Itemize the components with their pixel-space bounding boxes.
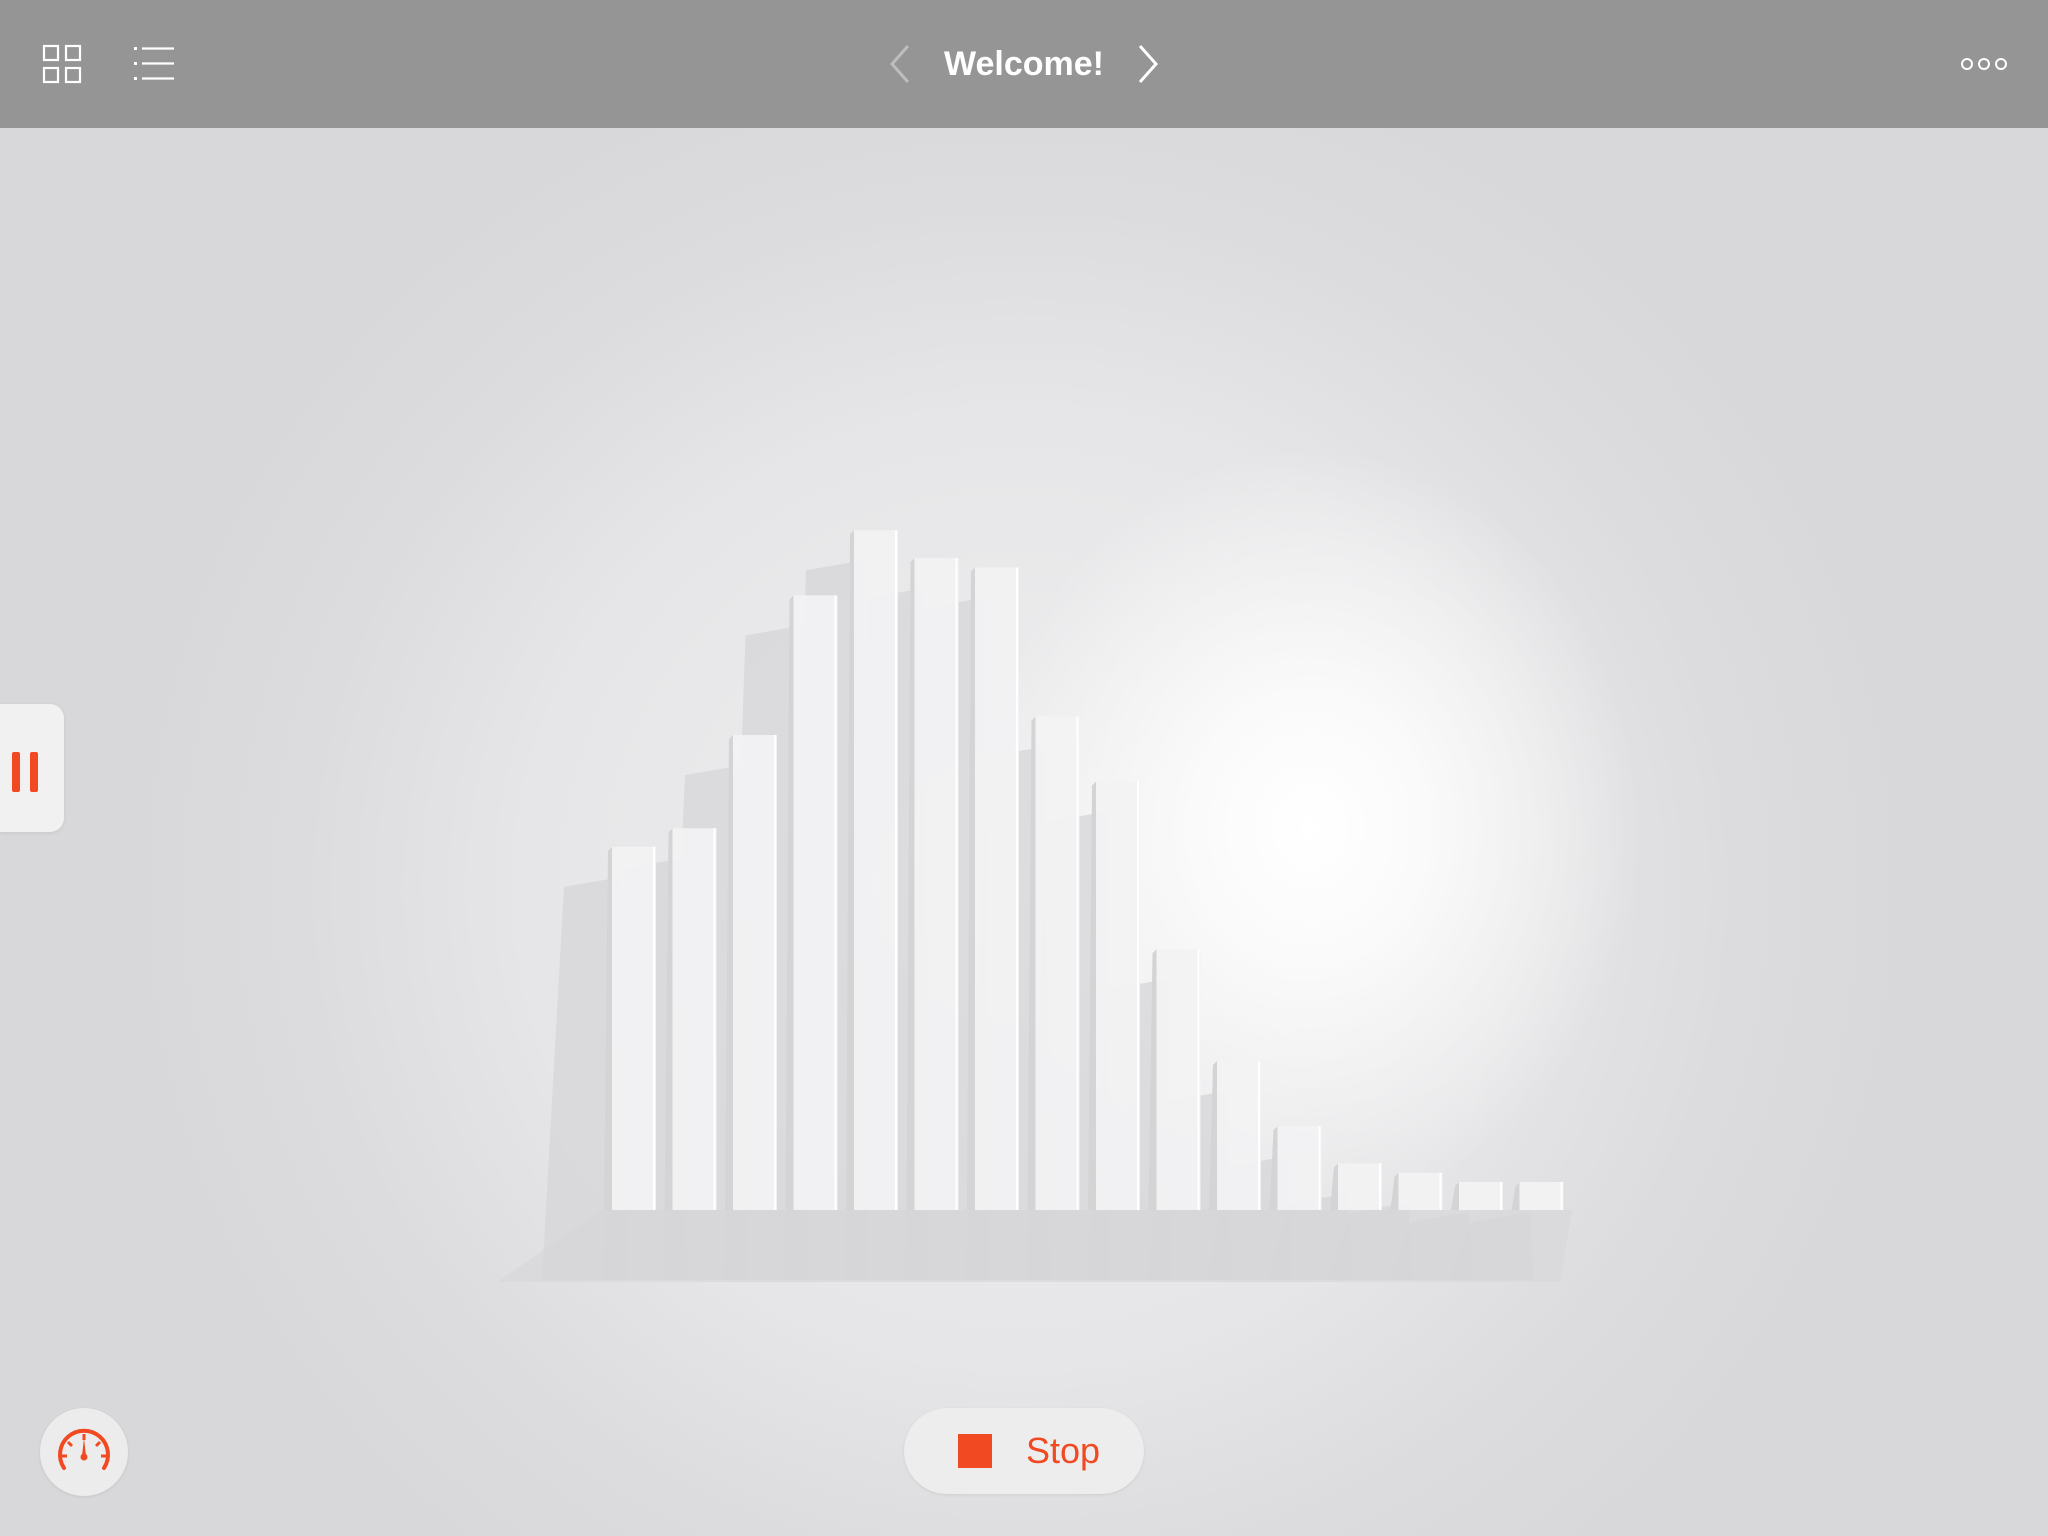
chart-bar: [1511, 1182, 1564, 1210]
speedometer-icon: [58, 1428, 110, 1470]
chart-bar: [1148, 949, 1201, 1210]
chart-bar: [967, 567, 1019, 1210]
top-toolbar: Welcome!: [0, 0, 2048, 128]
chart-bar: [1451, 1182, 1503, 1210]
pause-icon: [30, 752, 38, 792]
chart-bar: [785, 595, 838, 1210]
chart-bar: [906, 558, 959, 1210]
grid-view-icon[interactable]: [36, 38, 88, 90]
pause-button[interactable]: [0, 704, 64, 832]
speedometer-button[interactable]: [40, 1408, 128, 1496]
chart-bar: [664, 828, 717, 1210]
chevron-left-icon[interactable]: [876, 36, 924, 92]
pause-icon: [12, 752, 20, 792]
chart-bar: [1027, 716, 1080, 1210]
chart-bar: [1390, 1172, 1443, 1210]
list-view-icon[interactable]: [126, 38, 182, 90]
chart-bar: [846, 530, 898, 1210]
chart-bar: [1088, 781, 1140, 1210]
chart-bar: [604, 846, 656, 1210]
stop-square-icon: [958, 1434, 992, 1468]
chart-bar: [1269, 1126, 1322, 1210]
more-options-icon[interactable]: [1954, 42, 2014, 86]
chart-bar: [725, 735, 777, 1210]
bar-chart: [497, 530, 1572, 1282]
chart-bar: [1209, 1061, 1261, 1210]
chart-bar: [1330, 1163, 1382, 1210]
chevron-right-icon[interactable]: [1124, 36, 1172, 92]
stop-button[interactable]: Stop: [904, 1408, 1144, 1494]
stop-label: Stop: [1026, 1430, 1101, 1471]
slide-canvas: [0, 128, 2048, 1536]
document-title[interactable]: Welcome!: [924, 34, 1124, 94]
